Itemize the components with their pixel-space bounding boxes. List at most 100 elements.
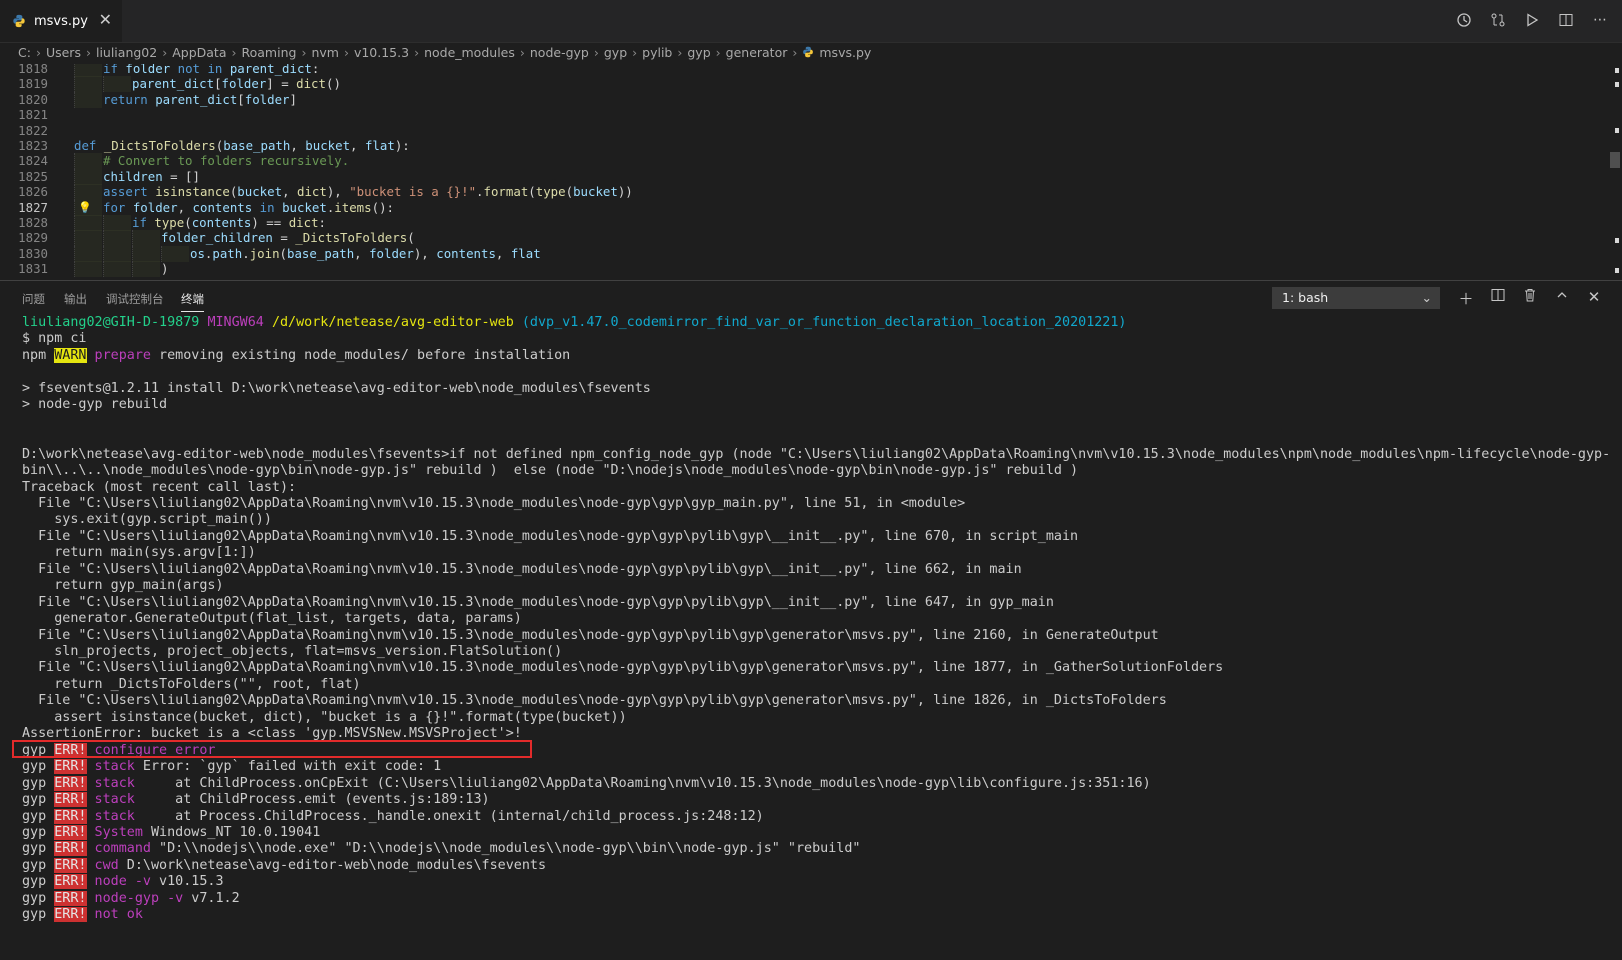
- tab-terminal[interactable]: 终端: [181, 291, 204, 312]
- compare-changes-icon[interactable]: [1488, 10, 1508, 30]
- code-line[interactable]: 1823 def _DictsToFolders(base_path, bucke…: [0, 138, 1600, 154]
- breadcrumb-separator-icon: ›: [231, 45, 237, 60]
- code-text: os.path.join(base_path, folder), content…: [190, 245, 541, 261]
- indent-guide: [103, 215, 131, 231]
- breadcrumb-item[interactable]: Roaming: [242, 45, 297, 60]
- history-icon[interactable]: [1454, 10, 1474, 30]
- breadcrumb-item[interactable]: pylib: [642, 45, 672, 60]
- line-number: 1831: [18, 261, 48, 277]
- terminal-line: gyp ERR! node -v v10.15.3: [22, 874, 224, 890]
- code-line[interactable]: 1822: [0, 123, 1600, 139]
- close-icon[interactable]: ✕: [99, 12, 112, 28]
- breadcrumb-separator-icon: ›: [343, 45, 349, 60]
- line-number: 1828: [18, 215, 48, 230]
- breadcrumb-separator-icon: ›: [162, 45, 168, 60]
- indent-guide: [132, 261, 160, 278]
- close-panel-icon[interactable]: ✕: [1584, 288, 1604, 306]
- line-number: 1829: [18, 230, 48, 246]
- indent-guide: [74, 215, 102, 231]
- breadcrumb-item[interactable]: gyp: [687, 45, 710, 60]
- breadcrumb-separator-icon: ›: [414, 45, 420, 60]
- breadcrumb-item[interactable]: nvm: [311, 45, 339, 60]
- terminal-line: return _DictsToFolders("", root, flat): [22, 676, 361, 692]
- breadcrumb-separator-icon: ›: [632, 45, 638, 60]
- terminal-line: gyp ERR! not ok: [22, 907, 143, 923]
- maximize-panel-icon[interactable]: [1552, 288, 1572, 306]
- indent-guide: [161, 245, 189, 262]
- code-line[interactable]: 1824 # Convert to folders recursively.: [0, 153, 1600, 170]
- terminal-line: return main(sys.argv[1:]): [22, 545, 256, 561]
- terminal-line: gyp ERR! stack at Process.ChildProcess._…: [22, 808, 764, 824]
- breadcrumb-item[interactable]: Users: [46, 45, 81, 60]
- tab-msvs-py[interactable]: msvs.py ✕: [0, 0, 122, 42]
- trash-icon[interactable]: [1520, 288, 1540, 306]
- breadcrumb-item[interactable]: generator: [726, 45, 788, 60]
- editor-actions: ⋯: [1454, 10, 1610, 30]
- line-number: 1827: [18, 199, 48, 215]
- code-line[interactable]: 1819 parent_dict[folder] = dict(): [0, 76, 1600, 93]
- split-editor-icon[interactable]: [1556, 10, 1576, 30]
- code-line[interactable]: 1830 os.path.join(base_path, folder), con…: [0, 245, 1600, 262]
- breadcrumb-separator-icon: ›: [677, 45, 683, 60]
- code-line[interactable]: 1829 folder_children = _DictsToFolders(: [0, 230, 1600, 247]
- line-number: 1818: [18, 64, 48, 76]
- code-line[interactable]: 1827 💡 for folder, contents in bucket.item…: [0, 199, 1600, 216]
- code-line[interactable]: 1826 assert isinstance(bucket, dict), "bu…: [0, 184, 1600, 201]
- terminal-line: File "C:\Users\liuliang02\AppData\Roamin…: [22, 693, 1167, 709]
- terminal-line: gyp ERR! node-gyp -v v7.1.2: [22, 890, 240, 906]
- code-text: if type(contents) == dict:: [132, 215, 327, 230]
- line-number: 1824: [18, 153, 48, 169]
- scroll-marker: [1615, 82, 1619, 87]
- terminal-output[interactable]: liuliang02@GIH-D-19879 MINGW64 /d/work/n…: [22, 314, 1612, 960]
- breadcrumb-item[interactable]: gyp: [604, 45, 627, 60]
- terminal-line: File "C:\Users\liuliang02\AppData\Roamin…: [22, 495, 966, 511]
- terminal-line: gyp ERR! cwd D:\work\netease\avg-editor-…: [22, 857, 547, 873]
- indent-guide: [74, 184, 102, 201]
- python-file-icon: [13, 14, 25, 28]
- indent-guide: [74, 230, 102, 247]
- terminal-line: gyp ERR! System Windows_NT 10.0.19041: [22, 824, 321, 840]
- terminal-line: File "C:\Users\liuliang02\AppData\Roamin…: [22, 660, 1224, 676]
- tab-problems[interactable]: 问题: [22, 291, 45, 307]
- split-terminal-icon[interactable]: [1488, 288, 1508, 306]
- breadcrumb-item[interactable]: v10.15.3: [354, 45, 409, 60]
- breadcrumb-item[interactable]: AppData: [172, 45, 226, 60]
- error-highlight-box: [12, 740, 532, 758]
- run-icon[interactable]: [1522, 10, 1542, 30]
- code-line[interactable]: 1818 if folder not in parent_dict:: [0, 64, 1600, 77]
- terminal-select-value: 1: bash: [1282, 290, 1329, 305]
- terminal-line: assert isinstance(bucket, dict), "bucket…: [22, 709, 627, 725]
- code-line[interactable]: 1821: [0, 107, 1600, 123]
- breadcrumb-item[interactable]: liuliang02: [96, 45, 157, 60]
- indent-guide: [103, 245, 131, 262]
- terminal-line: File "C:\Users\liuliang02\AppData\Roamin…: [22, 528, 1079, 544]
- new-terminal-icon[interactable]: ＋: [1456, 288, 1476, 309]
- terminal-line: generator.GenerateOutput(flat_list, targ…: [22, 611, 522, 627]
- breadcrumb-item[interactable]: msvs.py: [819, 45, 871, 60]
- code-line[interactable]: 1831): [0, 261, 1600, 278]
- code-editor[interactable]: 1818 if folder not in parent_dict: 1819 par…: [0, 64, 1622, 278]
- indent-guide: [103, 261, 131, 278]
- tab-debug-console[interactable]: 调试控制台: [106, 291, 164, 307]
- indent-guide: [74, 245, 102, 262]
- terminal-line: sln_projects, project_objects, flat=msvs…: [22, 644, 563, 659]
- terminal-line: npm WARN prepare removing existing node_…: [22, 347, 571, 363]
- breadcrumb-item[interactable]: node_modules: [424, 45, 515, 60]
- line-number: 1819: [18, 76, 48, 92]
- breadcrumb-item[interactable]: C:: [18, 45, 31, 60]
- code-line[interactable]: 1825 children = []: [0, 168, 1600, 185]
- code-line[interactable]: 1820 return parent_dict[folder]: [0, 91, 1600, 108]
- line-number: 1822: [18, 122, 48, 138]
- terminal-line: File "C:\Users\liuliang02\AppData\Roamin…: [22, 561, 1022, 577]
- lightbulb-icon[interactable]: 💡: [78, 200, 92, 216]
- scroll-thumb[interactable]: [1610, 152, 1620, 168]
- scroll-marker: [1615, 128, 1619, 133]
- code-text: children = []: [103, 168, 200, 184]
- code-text: if folder not in parent_dict:: [103, 64, 320, 76]
- terminal-select[interactable]: 1: bash ⌄: [1272, 287, 1440, 309]
- indent-guide: [74, 168, 102, 185]
- code-line[interactable]: 1828 if type(contents) == dict:: [0, 215, 1600, 231]
- tab-output[interactable]: 输出: [64, 291, 87, 307]
- more-actions-icon[interactable]: ⋯: [1590, 10, 1610, 30]
- breadcrumb-item[interactable]: node-gyp: [530, 45, 589, 60]
